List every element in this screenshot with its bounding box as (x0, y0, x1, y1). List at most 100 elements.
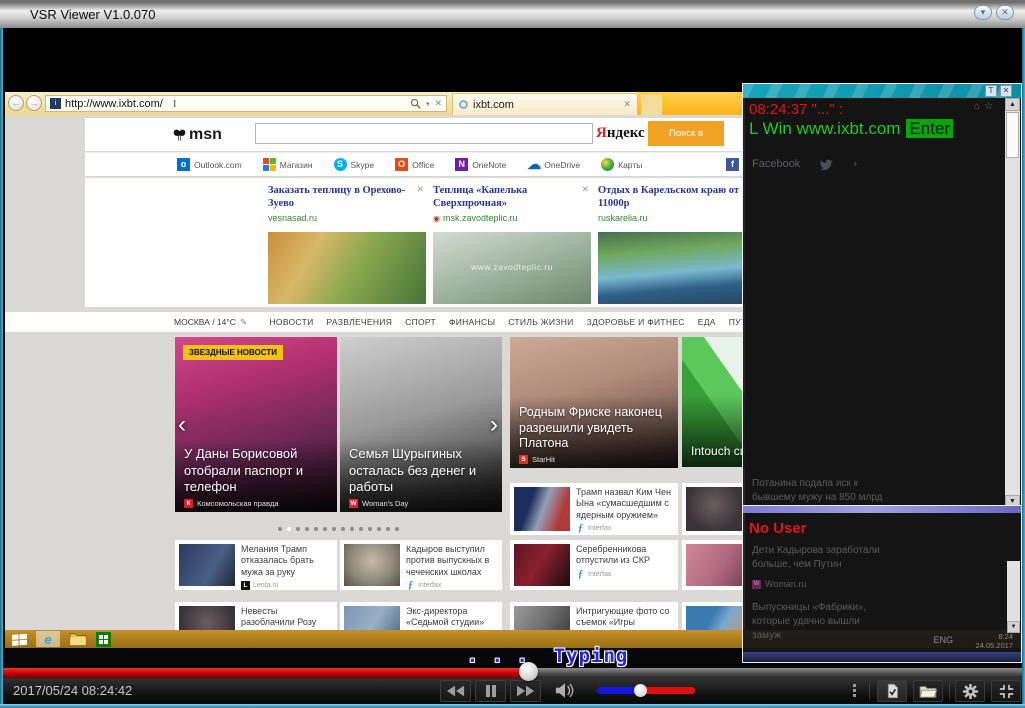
more-options-button[interactable] (853, 684, 856, 697)
nav-item[interactable]: РАЗВЛЕЧЕНИЯ (326, 317, 392, 327)
facebook-icon[interactable]: f (726, 158, 739, 171)
close-icon: ✕ (1001, 7, 1009, 17)
nav-item[interactable]: СТИЛЬ ЖИЗНИ (508, 317, 573, 327)
nav-item[interactable]: ЕДА (698, 317, 716, 327)
scrollbar-thumb[interactable] (1006, 112, 1019, 158)
msn-logo[interactable]: msn (173, 126, 222, 144)
carousel-dots[interactable] (175, 518, 502, 536)
nav-item[interactable]: НОВОСТИ (269, 317, 313, 327)
taskbar-store-button[interactable] (96, 632, 111, 647)
keylog-pin-button[interactable]: T (985, 85, 997, 97)
ad-image[interactable] (598, 232, 745, 304)
keylog-close-button[interactable]: ✕ (1000, 85, 1012, 97)
news-card[interactable] (682, 483, 745, 535)
taskbar-ie-button[interactable]: e (36, 631, 60, 647)
service-office[interactable]: OOffice (395, 158, 434, 171)
tile-headline[interactable]: У Даны Борисовой отобрали паспорт и теле… (184, 446, 331, 495)
news-tile[interactable]: Intouch сильно сни (682, 337, 745, 467)
service-outlook[interactable]: oOutlook.com (177, 158, 242, 171)
carousel-tile[interactable]: ЗВЕЗДНЫЕ НОВОСТИ У Даны Борисовой отобра… (175, 337, 337, 512)
start-button[interactable] (12, 631, 27, 647)
news-card[interactable] (682, 540, 745, 590)
user-panel-header[interactable] (743, 506, 1021, 513)
tile-headline[interactable]: Родным Фриске наконец разрешили увидеть … (519, 405, 672, 452)
ad-title[interactable]: Отдых в Карельском краю от 11000р (598, 184, 745, 210)
timeline-position-knob[interactable] (519, 662, 538, 681)
tile-headline[interactable]: Intouch сильно сни (691, 444, 745, 459)
ad-card[interactable]: Отдых в Карельском краю от 11000р ✕ rusk… (598, 184, 745, 304)
web-search-button[interactable]: Поиск в Интернете (648, 121, 724, 146)
volume-knob[interactable] (634, 684, 647, 697)
ad-url: ruskarelia.ru (598, 213, 745, 223)
service-store[interactable]: Магазин (263, 158, 313, 171)
scroll-down-icon[interactable]: ▼ (1007, 621, 1020, 633)
speaker-button[interactable] (555, 682, 575, 704)
user-panel-scrollbar[interactable]: ▼ (1007, 561, 1020, 633)
news-card[interactable]: Экс-директора «Седьмой студии» задержали… (340, 602, 502, 630)
address-dropdown-icon[interactable]: ▾ (426, 100, 430, 108)
ad-image[interactable]: www.zavodteplic.ru (433, 232, 591, 304)
onedrive-icon: ☁ (527, 158, 540, 171)
fit-window-button[interactable] (991, 680, 1021, 702)
keylog-panel-header[interactable] (743, 84, 1021, 98)
open-folder-button[interactable] (913, 680, 943, 702)
carousel-tile[interactable]: Семья Шурыгиных осталась без денег и раб… (340, 337, 502, 512)
ad-title[interactable]: Теплица «Капелька Сверхпрочная» (433, 184, 591, 210)
address-bar[interactable]: i http://www.ixbt.com/ I ▾ ✕ (45, 95, 447, 112)
new-tab-button[interactable] (641, 95, 662, 115)
stop-icon[interactable]: ✕ (434, 98, 442, 109)
tab-title[interactable]: ixbt.com (473, 99, 618, 111)
playback-timeline[interactable] (3, 668, 1022, 678)
news-tile[interactable]: Родным Фриске наконец разрешили увидеть … (510, 337, 678, 468)
service-onenote[interactable]: NOneNote (455, 158, 506, 171)
taskbar-explorer-button[interactable] (69, 631, 87, 647)
carousel-next-icon[interactable]: › (490, 413, 498, 437)
ad-card[interactable]: Теплица «Капелька Сверхпрочная» ✕ ◉msk.z… (433, 184, 591, 304)
news-card[interactable]: Серебренникова отпустили из СКРƒInterfax (510, 540, 678, 590)
news-badge: ЗВЕЗДНЫЕ НОВОСТИ (183, 345, 283, 360)
settings-button[interactable] (955, 680, 985, 702)
news-card[interactable]: Интригующие фото со съемок «Игры престол… (510, 602, 678, 630)
browser-forward-button[interactable]: → (26, 95, 42, 111)
weather-label[interactable]: МОСКВА / 14°C (174, 317, 236, 327)
news-card[interactable] (682, 602, 745, 630)
browser-back-button[interactable]: ← (8, 95, 24, 111)
export-button[interactable] (877, 680, 907, 702)
ad-close-icon[interactable]: ✕ (416, 184, 424, 195)
msn-nav-bar: МОСКВА / 14°C ✎ НОВОСТИ РАЗВЛЕЧЕНИЯ СПОР… (5, 312, 745, 332)
carousel-prev-icon[interactable]: ‹ (178, 413, 186, 437)
search-icon[interactable] (410, 98, 421, 109)
ad-image[interactable] (268, 232, 426, 304)
fast-forward-button[interactable] (510, 680, 541, 702)
pause-icon (485, 685, 497, 697)
service-skype[interactable]: SSkype (334, 158, 375, 171)
news-card[interactable]: Мелания Трамп отказалась брать мужа за р… (175, 540, 337, 590)
browser-tab[interactable]: ixbt.com ✕ (452, 93, 638, 115)
ad-title[interactable]: Заказать теплицу в Орехово-Зуево (268, 184, 426, 210)
search-input[interactable] (255, 123, 593, 144)
scroll-up-icon[interactable]: ▲ (1005, 98, 1020, 111)
service-onedrive[interactable]: ☁OneDrive (527, 158, 580, 171)
minimize-button[interactable]: ▾ (974, 5, 992, 20)
tile-headline[interactable]: Семья Шурыгиных осталась без денег и раб… (349, 446, 496, 495)
tab-close-icon[interactable]: ✕ (623, 99, 631, 110)
nav-item[interactable]: СПОРТ (405, 317, 436, 327)
news-card[interactable]: Кадыров выступил против выпускных в чече… (340, 540, 502, 590)
pause-button[interactable] (475, 680, 506, 702)
service-maps[interactable]: Карты (601, 158, 642, 171)
rewind-button[interactable] (440, 680, 471, 702)
nav-item[interactable]: ФИНАНСЫ (449, 317, 495, 327)
news-card[interactable]: Невесты разоблачили Розу Сябитову (175, 602, 337, 630)
volume-slider[interactable] (597, 687, 695, 694)
keylog-scrollbar[interactable]: ▲ ▼ (1005, 98, 1020, 508)
ad-card[interactable]: Заказать теплицу в Орехово-Зуево ✕ vesna… (268, 184, 426, 304)
close-button[interactable]: ✕ (996, 5, 1014, 20)
url-text[interactable]: http://www.ixbt.com/ (65, 98, 163, 110)
title-bar[interactable]: VSR Viewer V1.0.070 ▾ ✕ (0, 0, 1025, 28)
ad-close-icon[interactable]: ✕ (581, 184, 589, 195)
edit-location-icon[interactable]: ✎ (240, 317, 248, 328)
nav-item[interactable]: ЗДОРОВЬЕ И ФИТНЕС (587, 317, 685, 327)
news-card[interactable]: Трамп назвал Ким Чен Ына «сумасшедшим с … (510, 483, 678, 535)
ad-url: ◉msk.zavodteplic.ru (433, 213, 591, 223)
minimize-icon: ▾ (981, 7, 986, 17)
